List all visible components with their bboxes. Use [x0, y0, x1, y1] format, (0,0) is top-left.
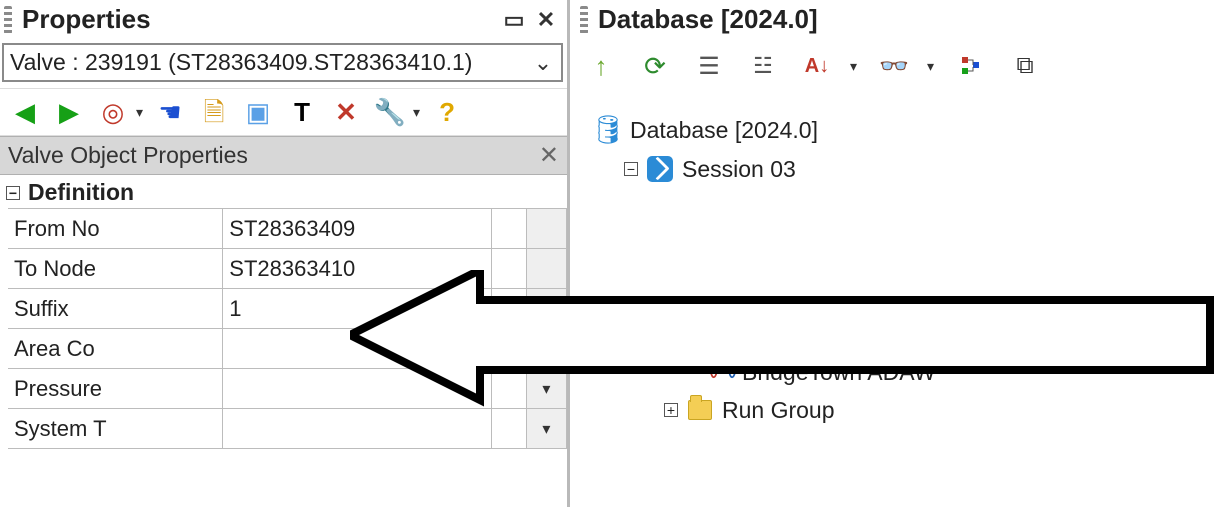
- wave-icon: ∿: [686, 319, 714, 347]
- prop-value[interactable]: [223, 409, 492, 449]
- tree-root[interactable]: 🛢 Database [2024.0]: [594, 111, 1220, 150]
- dropdown-caret-icon[interactable]: ▾: [136, 104, 143, 121]
- prop-label: From No: [8, 209, 223, 249]
- properties-header: Properties ▭ ✕: [0, 0, 567, 41]
- tree-demand-group[interactable]: − ∿ Demand Diagram Group: [666, 314, 1220, 353]
- collapse-icon[interactable]: −: [6, 186, 20, 200]
- dropdown-caret-icon[interactable]: ▾: [413, 104, 420, 121]
- collapse-icon[interactable]: −: [664, 326, 678, 340]
- prop-extra: [491, 329, 526, 369]
- folder-icon: [686, 396, 714, 424]
- list-icon[interactable]: ☰: [692, 49, 726, 83]
- tree-bridge[interactable]: ∿∿ BridgeTown ADAW: [706, 353, 1220, 392]
- object-selector[interactable]: Valve : 239191 (ST28363409.ST28363410.1)…: [2, 43, 563, 82]
- refresh-icon[interactable]: ⟳: [638, 49, 672, 83]
- database-title: Database [2024.0]: [598, 4, 818, 35]
- section-header: Valve Object Properties ✕: [0, 136, 567, 175]
- prop-scroll: [526, 329, 566, 369]
- tree-run-group[interactable]: + Run Group: [666, 391, 1220, 430]
- tree-label: BridgeTown ADAW: [742, 355, 935, 390]
- prop-value[interactable]: [223, 369, 492, 409]
- chevron-down-icon[interactable]: ▾: [533, 419, 560, 439]
- pipe-icon: [646, 155, 674, 183]
- table-row: Pressure ▾: [8, 369, 567, 409]
- prop-extra: [491, 249, 526, 289]
- properties-panel: Properties ▭ ✕ Valve : 239191 (ST2836340…: [0, 0, 570, 507]
- table-row: From NoST28363409: [8, 209, 567, 249]
- next-icon[interactable]: ▶: [52, 95, 86, 129]
- section-close-icon[interactable]: ✕: [539, 141, 559, 170]
- table-row: Suffix1: [8, 289, 567, 329]
- table-row: Area Co: [8, 329, 567, 369]
- collapse-icon[interactable]: −: [624, 162, 638, 176]
- maximize-icon[interactable]: ▭: [501, 7, 527, 33]
- chart-icon[interactable]: ▣: [241, 95, 275, 129]
- database-tree: 🛢 Database [2024.0] − Session 03 − ∿ Dem…: [570, 93, 1220, 430]
- grip-icon: [580, 6, 588, 34]
- prop-value[interactable]: [223, 329, 492, 369]
- tree-label: Session 03: [682, 152, 796, 187]
- prop-extra: [491, 209, 526, 249]
- delete-icon[interactable]: ✕: [329, 95, 363, 129]
- prev-icon[interactable]: ◀: [8, 95, 42, 129]
- prop-scroll: [526, 249, 566, 289]
- prop-scroll: [526, 209, 566, 249]
- prop-label: System T: [8, 409, 223, 449]
- prop-label: To Node: [8, 249, 223, 289]
- close-icon[interactable]: ✕: [533, 7, 559, 33]
- object-selector-text: Valve : 239191 (ST28363409.ST28363410.1): [10, 49, 531, 76]
- target-icon[interactable]: ◎: [96, 95, 130, 129]
- up-arrow-icon[interactable]: ↑: [584, 49, 618, 83]
- tree-label: Demand Diagram Group: [722, 316, 973, 351]
- prop-scroll[interactable]: ▾: [526, 409, 566, 449]
- tree-label: Run Group: [722, 393, 835, 428]
- table-row: To NodeST28363410: [8, 249, 567, 289]
- group-header[interactable]: − Definition: [8, 179, 567, 206]
- note-icon[interactable]: 🗎: [197, 95, 231, 129]
- database-toolbar: ↑ ⟳ ☰ ☳ A↓ ▾ 👓 ▾ ⧉: [570, 41, 1220, 93]
- prop-label: Suffix: [8, 289, 223, 329]
- table-row: System T ▾: [8, 409, 567, 449]
- prop-scroll[interactable]: ▾: [526, 369, 566, 409]
- prop-value[interactable]: ST28363410: [223, 249, 492, 289]
- properties-title: Properties: [22, 4, 151, 35]
- binoculars-icon[interactable]: 👓: [877, 49, 911, 83]
- properties-toolbar: ◀ ▶ ◎ ▾ ☚ 🗎 ▣ T ✕ 🔧 ▾ ?: [0, 88, 567, 136]
- wave-icon: ∿∿: [706, 358, 734, 386]
- list-sort-icon[interactable]: ☳: [746, 49, 780, 83]
- prop-label: Area Co: [8, 329, 223, 369]
- window-find-icon[interactable]: ⧉: [1008, 49, 1042, 83]
- tree-label: Database [2024.0]: [630, 113, 818, 148]
- tree-dots-icon[interactable]: [954, 49, 988, 83]
- prop-scroll: [526, 289, 566, 329]
- database-panel: Database [2024.0] ↑ ⟳ ☰ ☳ A↓ ▾ 👓 ▾ ⧉ 🛢 D…: [570, 0, 1220, 507]
- dropdown-caret-icon[interactable]: ▾: [927, 58, 934, 75]
- database-header: Database [2024.0]: [570, 0, 1220, 41]
- prop-extra: [491, 289, 526, 329]
- tree-session[interactable]: − Session 03: [626, 150, 1220, 189]
- wrench-icon[interactable]: 🔧: [373, 95, 407, 129]
- expand-icon[interactable]: +: [664, 403, 678, 417]
- prop-extra: [491, 409, 526, 449]
- dropdown-caret-icon[interactable]: ▾: [850, 58, 857, 75]
- group-title: Definition: [28, 179, 134, 206]
- help-icon[interactable]: ?: [430, 95, 464, 129]
- prop-label: Pressure: [8, 369, 223, 409]
- properties-table: From NoST28363409To NodeST28363410Suffix…: [8, 208, 567, 449]
- grip-icon: [4, 6, 12, 34]
- section-title: Valve Object Properties: [8, 142, 248, 169]
- prop-value[interactable]: ST28363409: [223, 209, 492, 249]
- hand-icon[interactable]: ☚: [153, 95, 187, 129]
- sort-az-icon[interactable]: A↓: [800, 49, 834, 83]
- database-icon: 🛢: [594, 116, 622, 144]
- prop-extra: [491, 369, 526, 409]
- text-icon[interactable]: T: [285, 95, 319, 129]
- chevron-down-icon[interactable]: ⌄: [531, 50, 555, 76]
- prop-value[interactable]: 1: [223, 289, 492, 329]
- chevron-down-icon[interactable]: ▾: [533, 379, 560, 399]
